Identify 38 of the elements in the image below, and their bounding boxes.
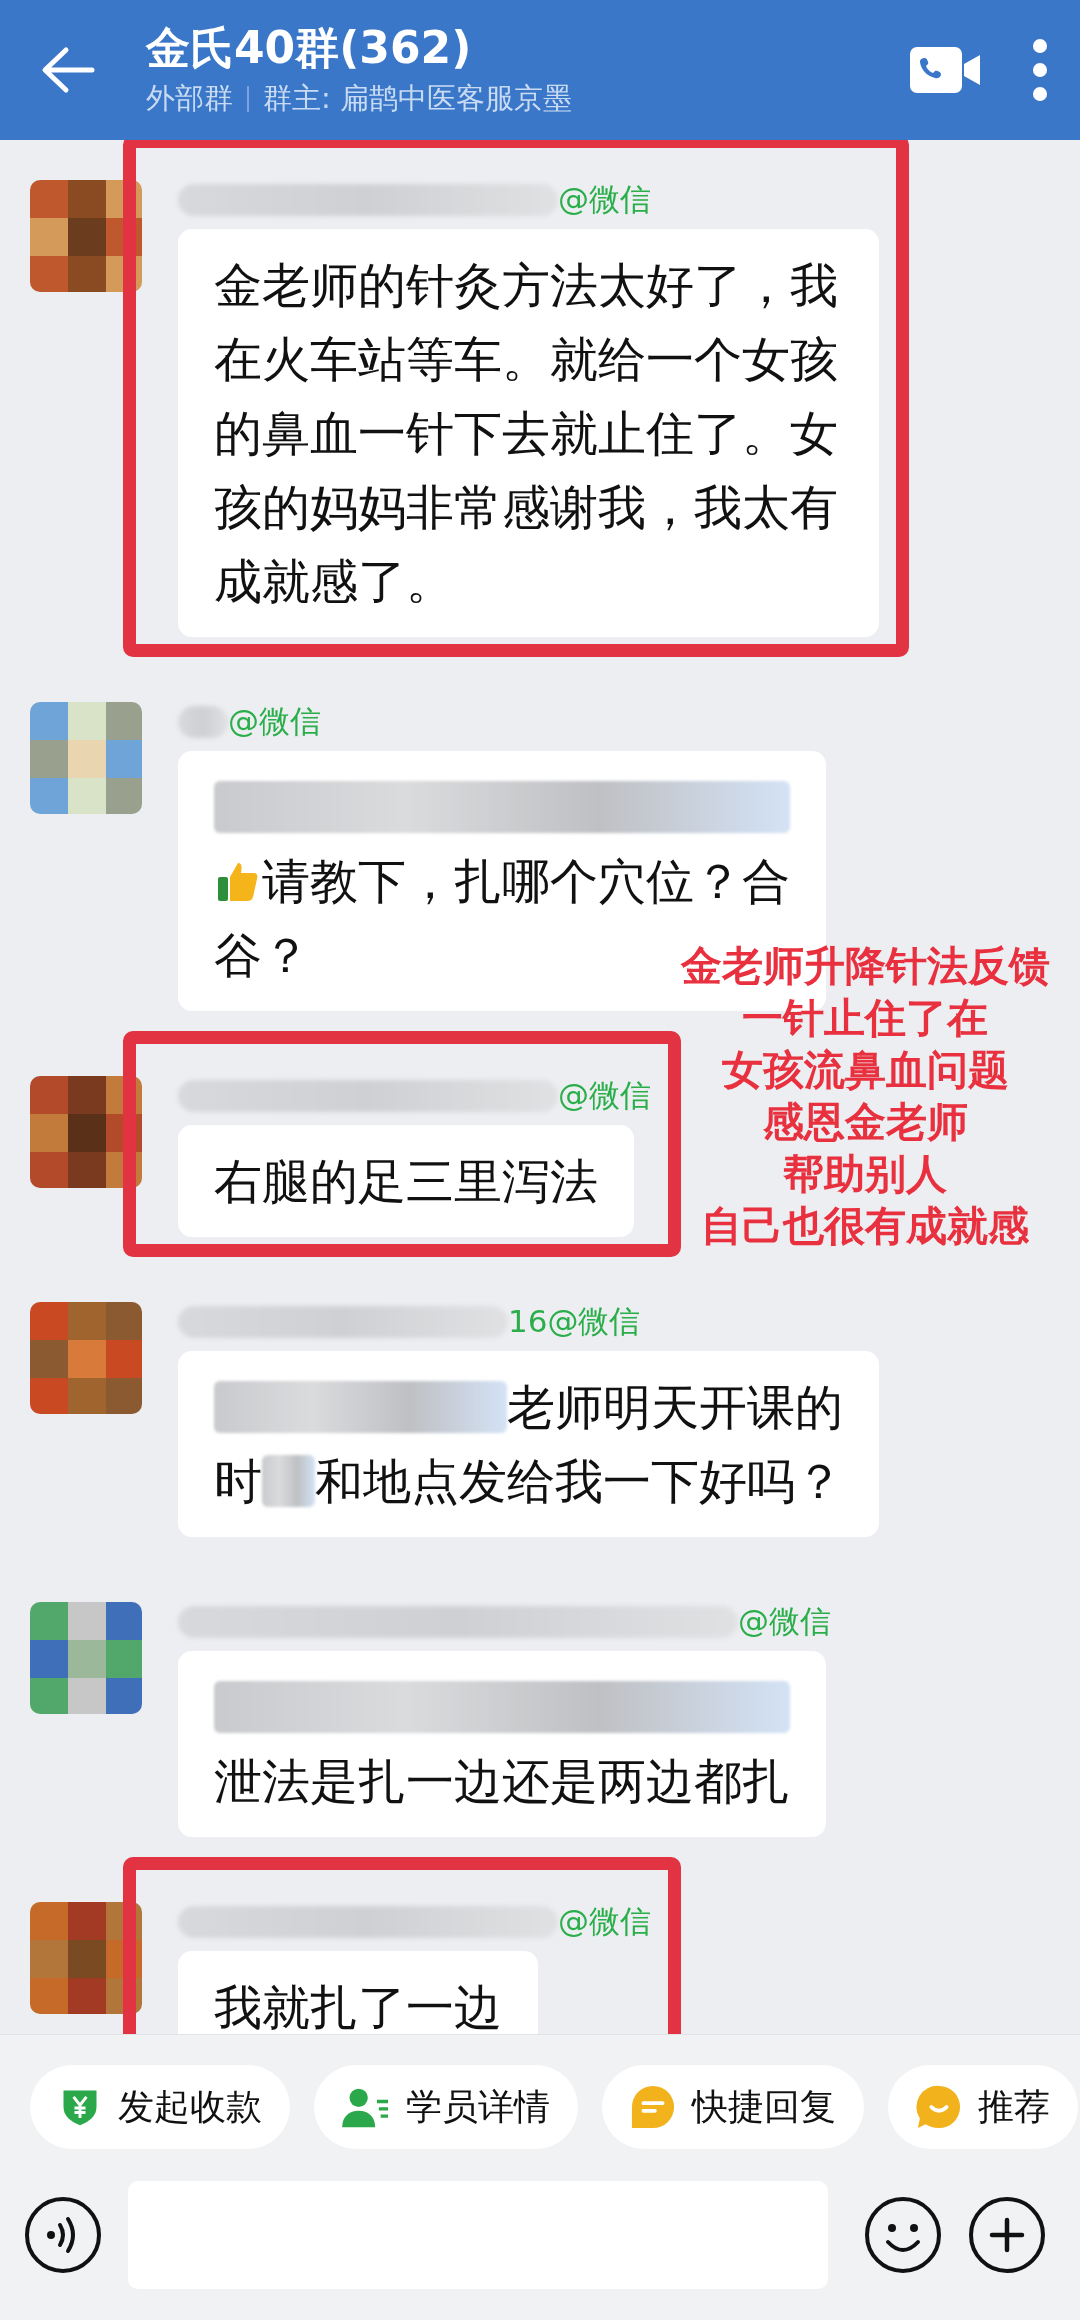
- message-text: 请教下，扎哪个穴位？合: [262, 852, 790, 911]
- quick-action-chip[interactable]: 学员详情: [314, 2065, 578, 2149]
- message-text: 泄法是扎一边还是两边都扎: [214, 1752, 790, 1811]
- message-text: 时: [214, 1452, 262, 1511]
- message-text: 谷？: [214, 926, 310, 985]
- video-call-icon[interactable]: [910, 47, 980, 93]
- sender-source: @微信: [738, 1602, 831, 1641]
- blurred-name: [178, 706, 228, 738]
- emoji-button[interactable]: [864, 2196, 942, 2274]
- annotation-text: 一针止住了在: [742, 993, 988, 1044]
- voice-button[interactable]: [24, 2196, 102, 2274]
- chat-title: 金氏40群(362): [146, 21, 473, 75]
- quick-action-chip[interactable]: 快捷回复: [602, 2065, 864, 2149]
- quick-action-chip[interactable]: 发起收款: [30, 2065, 290, 2149]
- sender-source: @微信: [558, 1076, 651, 1115]
- message-text: 我就扎了一边: [214, 1978, 502, 2037]
- sender-source: @微信: [558, 180, 651, 219]
- group-owner: 群主: 扁鹊中医客服京墨: [263, 80, 572, 117]
- more-icon[interactable]: [1030, 38, 1050, 102]
- message-icon: [630, 2084, 676, 2130]
- message-text: 和地点发给我一下好吗？: [314, 1452, 843, 1511]
- add-button[interactable]: [968, 2196, 1046, 2274]
- group-tag: 外部群: [146, 79, 233, 119]
- annotation-text: 金老师升降针法反馈: [680, 941, 1050, 992]
- annotation-text: 自己也很有成就感: [701, 1201, 1029, 1252]
- annotation-text: 女孩流鼻血问题: [721, 1045, 1009, 1096]
- message-text: 右腿的足三里泻法: [214, 1152, 598, 1211]
- quick-action-chip[interactable]: 推荐: [888, 2065, 1078, 2149]
- annotation-text: 感恩金老师: [762, 1097, 968, 1148]
- chat-smile-icon: [916, 2084, 962, 2130]
- annotation-text: 帮助别人: [783, 1149, 947, 1200]
- back-arrow-icon[interactable]: [40, 46, 96, 94]
- message-text: 老师明天开课的: [506, 1378, 843, 1437]
- sender-source: 16@微信: [508, 1302, 641, 1341]
- sender-source: @微信: [228, 702, 321, 741]
- blurred-text: [262, 1455, 315, 1507]
- message-text: 金老师的针灸方法太好了，我在火车站等车。就给一个女孩的鼻血一针下去就止住了。女孩的妈妈非常感谢我，我太有成就感了。: [214, 256, 839, 611]
- sender-source: @微信: [558, 1902, 651, 1941]
